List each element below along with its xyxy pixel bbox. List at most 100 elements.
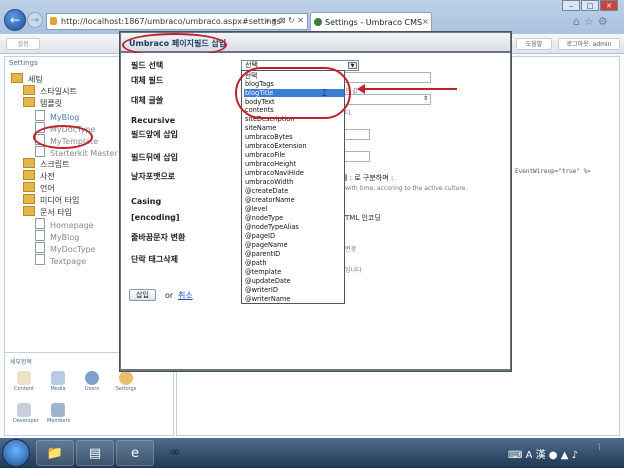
clock-icon[interactable]: ⋮ (596, 442, 603, 452)
insert-after-input[interactable] (341, 151, 370, 162)
strip-tags-label: 단락 태그삭제 (131, 255, 178, 264)
ie-taskbar-icon[interactable]: e (116, 440, 154, 466)
tree-item-myblog[interactable]: MyBlog (35, 110, 79, 122)
dropdown-option[interactable]: @pageName (244, 241, 344, 249)
users-icon (85, 371, 99, 385)
insert-before-input[interactable] (341, 129, 370, 140)
dropdown-option[interactable]: @path (244, 259, 344, 267)
tray-icons[interactable]: ⌨ A 漢 ● ▲ ♪ (508, 446, 578, 461)
app-taskbar-icon[interactable]: ∞ (156, 440, 194, 466)
annotation-oval (33, 125, 93, 149)
tab-close-icon[interactable]: × (422, 17, 429, 26)
stepper-icon[interactable]: ⇕ (423, 95, 428, 102)
dropdown-option[interactable]: @writerName (244, 295, 344, 303)
tree-item-templates[interactable]: 템플릿 (23, 97, 62, 109)
tree-item-homepage[interactable]: Homepage (35, 218, 94, 230)
dialog-body: 필드 선택 선택 ▼ 대체 필드 드 값 대체 글쓸 ⇕ 다. Recursiv… (121, 53, 510, 369)
tree-item-starterkit-master[interactable]: Starterkit Master (35, 146, 118, 158)
start-button[interactable] (2, 439, 30, 467)
dropdown-option[interactable]: @creatorName (244, 196, 344, 204)
folder-icon (23, 194, 35, 204)
dropdown-option[interactable]: @createDate (244, 187, 344, 195)
dropdown-option[interactable]: umbracoWidth (244, 178, 344, 186)
tree-item-label: 사전 (40, 172, 55, 181)
dropdown-option[interactable]: umbracoHeight (244, 160, 344, 168)
tree-item-scripts[interactable]: 스크립트 (23, 158, 69, 170)
section-members[interactable]: Members (47, 403, 70, 424)
linebreak-note: 변경 (345, 246, 357, 253)
annotation-oval (235, 67, 351, 119)
dropdown-option[interactable]: umbracoFile (244, 151, 344, 159)
dropdown-option[interactable]: siteName (244, 124, 344, 132)
address-actions-icon[interactable]: ⌕ ▾ ⊠ ↻ ✕ (265, 16, 304, 26)
content-icon (17, 371, 31, 385)
browser-tab[interactable]: Settings - Umbraco CMS -... × (310, 12, 432, 36)
date-format-note: 체 : 로 구분하며 : (341, 174, 394, 182)
browser-toolbar: ← → http://localhost:1867/umbraco/umbrac… (0, 0, 624, 36)
template-code: EventWireup="true" %> (515, 168, 591, 175)
date-format-label: 날자포맷으로 (131, 172, 176, 181)
dropdown-option[interactable]: @template (244, 268, 344, 276)
tree-item-languages[interactable]: 언어 (23, 182, 55, 194)
dropdown-option[interactable]: @level (244, 205, 344, 213)
alt-field-label: 대체 필드 (131, 76, 164, 85)
tree-item-mydoctype-doctype[interactable]: MyDocType (35, 242, 95, 254)
tree-item-settings[interactable]: 세팅 (11, 73, 43, 85)
umbraco-favicon-icon (314, 18, 322, 26)
insert-button[interactable]: 삽입 (129, 289, 156, 301)
window-close-button[interactable]: ✕ (600, 0, 618, 11)
explorer-taskbar-icon[interactable]: 📁 (36, 440, 74, 466)
section-content[interactable]: Content (13, 371, 35, 392)
linebreak-label: 줄바꿈문자 변환 (131, 233, 186, 242)
members-icon (51, 403, 65, 417)
tree-item-label: 스타일시트 (40, 87, 77, 96)
logout-button[interactable]: 로그아웃: admin (558, 38, 620, 50)
home-favorites-settings-icon[interactable]: ⌂☆⚙ (573, 15, 612, 28)
folder-icon (23, 97, 35, 107)
section-label: Users (84, 386, 99, 392)
section-settings[interactable]: Settings (115, 371, 137, 392)
insert-before-label: 필드앞에 삽입 (131, 130, 178, 139)
dropdown-option[interactable]: umbracoNaviHide (244, 169, 344, 177)
tree-item-textpage[interactable]: Textpage (35, 254, 86, 266)
section-button[interactable]: 설정 (6, 38, 40, 50)
chevron-down-icon[interactable]: ▼ (348, 62, 357, 69)
tree-item-document-types[interactable]: 문서 타입 (23, 206, 72, 218)
dropdown-option[interactable]: @pageID (244, 232, 344, 240)
maximize-button[interactable]: □ (581, 0, 599, 11)
dropdown-option[interactable]: @updateDate (244, 277, 344, 285)
document-icon (35, 146, 45, 157)
dropdown-option[interactable]: @nodeTypeAlias (244, 223, 344, 231)
tree-item-stylesheets[interactable]: 스타일시트 (23, 85, 77, 97)
strip-tags-note: 입니다 (345, 267, 362, 274)
annotation-arrow (361, 88, 457, 90)
alt-text-input[interactable] (341, 94, 431, 105)
help-button[interactable]: 도움말 (516, 38, 552, 50)
section-developer[interactable]: Developer (13, 403, 39, 424)
url-text: http://localhost:1867/umbraco/umbraco.as… (61, 17, 281, 26)
dropdown-option[interactable]: umbracoExtension (244, 142, 344, 150)
dropdown-option[interactable]: @parentID (244, 250, 344, 258)
dropdown-option[interactable]: @nodeType (244, 214, 344, 222)
alt-field-input[interactable] (341, 72, 431, 83)
tree-item-media-types[interactable]: 미디어 타입 (23, 194, 79, 206)
tree-item-myblog-doctype[interactable]: MyBlog (35, 230, 79, 242)
folder-icon (23, 206, 35, 216)
taskbar: 📁 ▤ e ∞ ⌨ A 漢 ● ▲ ♪ ⋮ (0, 438, 624, 468)
section-users[interactable]: Users (81, 371, 103, 392)
dropdown-option[interactable]: @writerID (244, 286, 344, 294)
forward-button[interactable]: → (27, 12, 43, 28)
tree-item-label: 미디어 타입 (40, 196, 80, 205)
tree-item-label: MyDocType (50, 245, 96, 254)
minimize-button[interactable]: – (562, 0, 580, 11)
cancel-link[interactable]: 취소 (178, 290, 193, 301)
tree-item-dictionary[interactable]: 사전 (23, 170, 55, 182)
dropdown-option[interactable]: umbracoBytes (244, 133, 344, 141)
address-bar[interactable]: http://localhost:1867/umbraco/umbraco.as… (46, 13, 308, 30)
server-taskbar-icon[interactable]: ▤ (76, 440, 114, 466)
section-media[interactable]: Media (47, 371, 69, 392)
folder-icon (23, 158, 35, 168)
section-label: Media (50, 386, 66, 392)
back-button[interactable]: ← (4, 9, 26, 31)
tree-item-label: Starterkit Master (50, 149, 118, 158)
